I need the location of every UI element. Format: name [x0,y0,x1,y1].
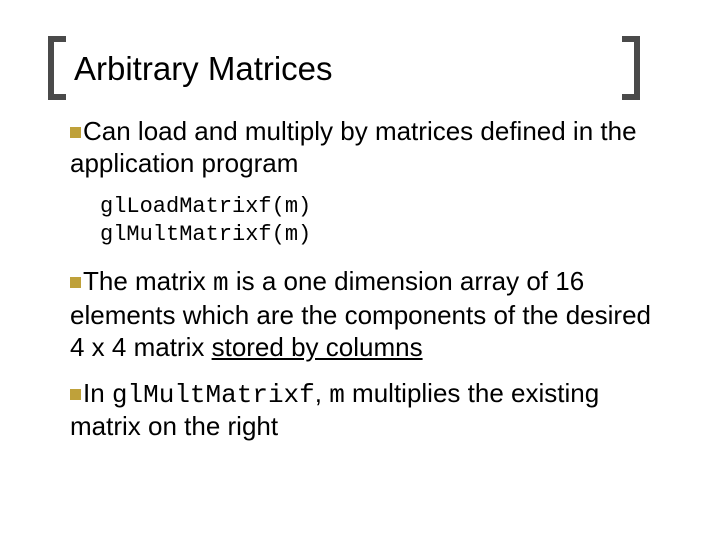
bullet-icon [70,389,81,400]
bracket-right-icon [622,36,640,100]
bullet-3-text-a: In [83,378,112,408]
code-inline-m2: m [329,380,345,410]
slide-body: Can load and multiply by matrices define… [70,116,670,443]
bullet-icon [70,277,81,288]
bullet-3-text-b: , [315,378,329,408]
title-wrap: Arbitrary Matrices [70,50,670,88]
bullet-2-text-a: The matrix [83,266,213,296]
code-line-2: glMultMatrixf(m) [100,221,670,249]
bullet-1: Can load and multiply by matrices define… [70,116,670,179]
slide: Arbitrary Matrices Can load and multiply… [0,0,720,540]
bullet-1-text: Can load and multiply by matrices define… [70,116,637,178]
bracket-left-icon [48,36,66,100]
code-block: glLoadMatrixf(m) glMultMatrixf(m) [100,193,670,248]
bullet-2: The matrix m is a one dimension array of… [70,266,670,363]
bullet-icon [70,127,81,138]
code-inline-m: m [213,268,229,298]
bullet-2-text-c: stored by columns [212,332,423,362]
code-inline-mult: glMultMatrixf [112,380,315,410]
slide-title: Arbitrary Matrices [70,50,670,88]
code-line-1: glLoadMatrixf(m) [100,193,670,221]
bullet-3: In glMultMatrixf, m multiplies the exist… [70,378,670,443]
